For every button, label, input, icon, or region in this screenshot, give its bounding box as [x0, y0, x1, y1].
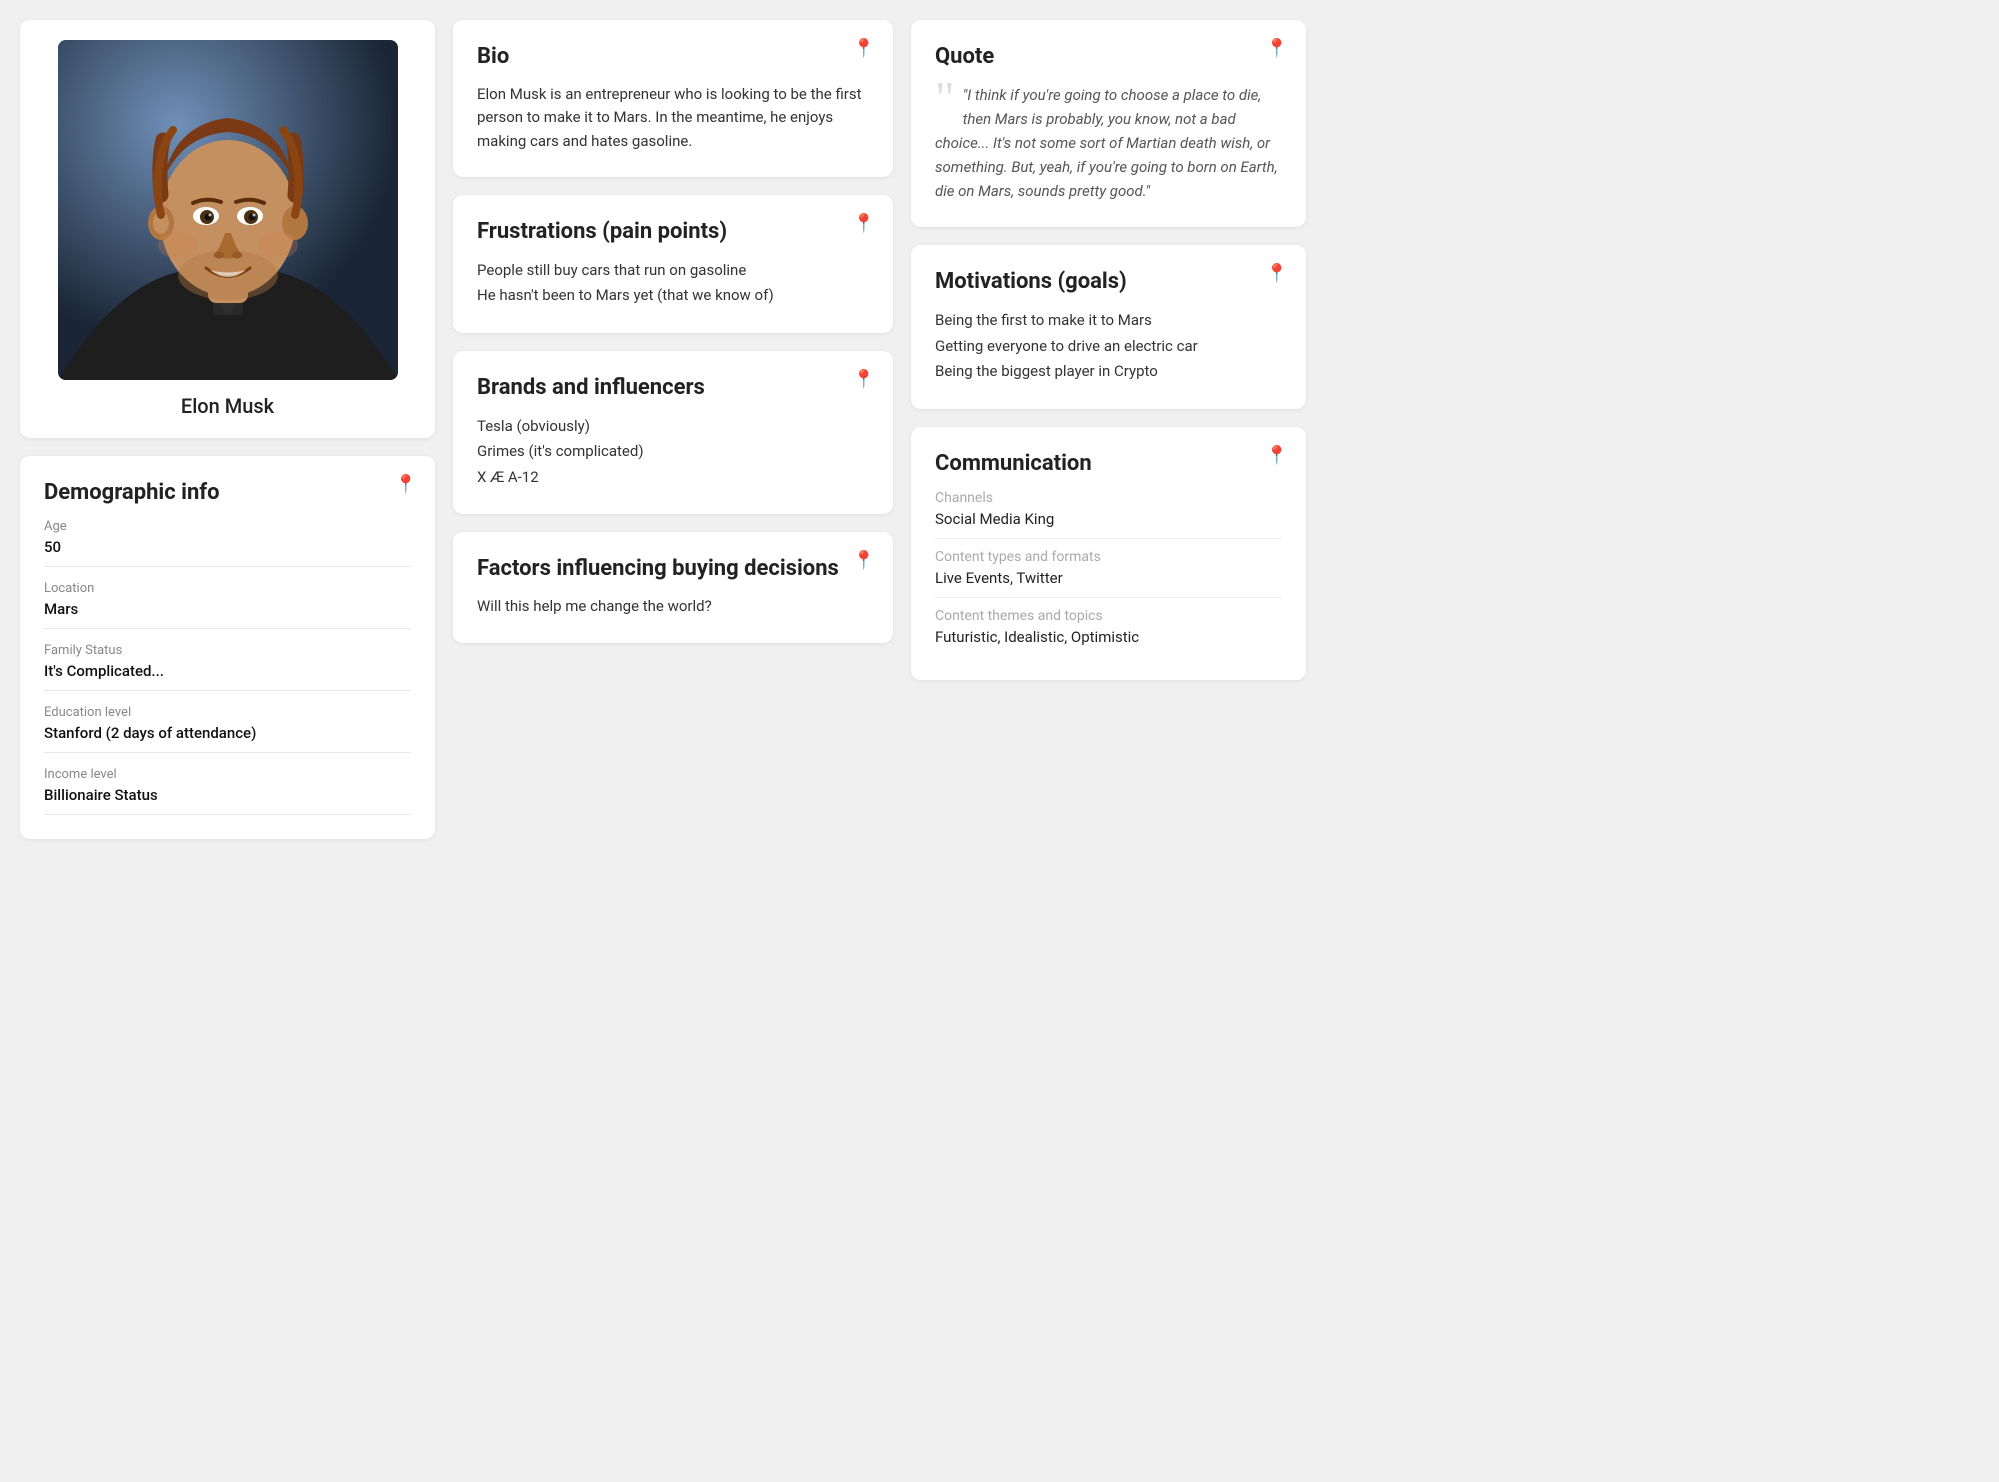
- brands-title: Brands and influencers: [477, 375, 869, 400]
- demo-field-value: It's Complicated...: [44, 662, 411, 691]
- brands-lines: Tesla (obviously)Grimes (it's complicate…: [477, 414, 869, 491]
- brand-line: X Æ A-12: [477, 465, 869, 491]
- column-1: Elon Musk 📍 Demographic info Age 50 Loca…: [20, 20, 435, 839]
- motivation-line: Being the biggest player in Crypto: [935, 359, 1282, 385]
- quote-card-main: 📍 Quote " "I think if you're going to ch…: [911, 20, 1306, 227]
- pin-icon-bio-main: 📍: [853, 38, 875, 59]
- content-types-section-main: Content types and formats Live Events, T…: [935, 549, 1282, 598]
- demo-field: Location Mars: [44, 581, 411, 629]
- profile-name-main: Elon Musk: [181, 394, 274, 418]
- column-3: 📍 Quote " "I think if you're going to ch…: [911, 20, 1306, 839]
- bio-text-main: Elon Musk is an entrepreneur who is look…: [477, 83, 869, 153]
- frustration-line: People still buy cars that run on gasoli…: [477, 258, 869, 284]
- demo-field-value: 50: [44, 538, 411, 567]
- pin-icon-comm-main: 📍: [1266, 445, 1288, 466]
- brand-line: Grimes (it's complicated): [477, 439, 869, 465]
- demo-field: Family Status It's Complicated...: [44, 643, 411, 691]
- content-themes-value-main: Futuristic, Idealistic, Optimistic: [935, 628, 1282, 656]
- buying-text: Will this help me change the world?: [477, 595, 869, 618]
- demo-field-value: Stanford (2 days of attendance): [44, 724, 411, 753]
- pin-icon-demo-main: 📍: [395, 474, 417, 495]
- content-types-label-main: Content types and formats: [935, 549, 1282, 565]
- profile-photo-wrapper: [58, 40, 398, 380]
- column-2: 📍 Bio Elon Musk is an entrepreneur who i…: [453, 20, 893, 839]
- buying-card: 📍 Factors influencing buying decisions W…: [453, 532, 893, 642]
- channels-section-main: Channels Social Media King: [935, 490, 1282, 539]
- demo-field-label: Income level: [44, 767, 411, 782]
- demographic-title-main: Demographic info: [44, 480, 411, 505]
- pin-icon-frust: 📍: [853, 213, 875, 234]
- demo-field-label: Location: [44, 581, 411, 596]
- pin-icon-quote-main: 📍: [1266, 38, 1288, 59]
- bio-card-main: 📍 Bio Elon Musk is an entrepreneur who i…: [453, 20, 893, 177]
- demographic-fields-main: Age 50 Location Mars Family Status It's …: [44, 519, 411, 815]
- brand-line: Tesla (obviously): [477, 414, 869, 440]
- brands-card: 📍 Brands and influencers Tesla (obviousl…: [453, 351, 893, 515]
- frustration-line: He hasn't been to Mars yet (that we know…: [477, 283, 869, 309]
- frustrations-card: 📍 Frustrations (pain points) People stil…: [453, 195, 893, 333]
- communication-title-main: Communication: [935, 451, 1282, 476]
- buying-title: Factors influencing buying decisions: [477, 556, 869, 581]
- motivation-line: Getting everyone to drive an electric ca…: [935, 334, 1282, 360]
- demo-field: Education level Stanford (2 days of atte…: [44, 705, 411, 753]
- profile-photo-svg-main: [58, 40, 398, 380]
- demo-field-value: Billionaire Status: [44, 786, 411, 815]
- content-themes-label-main: Content themes and topics: [935, 608, 1282, 624]
- bio-title-main: Bio: [477, 44, 869, 69]
- demo-field-label: Education level: [44, 705, 411, 720]
- quote-mark-main: ": [935, 83, 955, 123]
- demo-field: Age 50: [44, 519, 411, 567]
- motivations-card-main: 📍 Motivations (goals) Being the first to…: [911, 245, 1306, 409]
- content-themes-section-main: Content themes and topics Futuristic, Id…: [935, 608, 1282, 656]
- motivations-lines-main: Being the first to make it to MarsGettin…: [935, 308, 1282, 385]
- motivations-title-main: Motivations (goals): [935, 269, 1282, 294]
- profile-card-main: Elon Musk: [20, 20, 435, 438]
- frustrations-title: Frustrations (pain points): [477, 219, 869, 244]
- pin-icon-brands: 📍: [853, 369, 875, 390]
- demo-field: Income level Billionaire Status: [44, 767, 411, 815]
- frustrations-lines: People still buy cars that run on gasoli…: [477, 258, 869, 309]
- channels-label-main: Channels: [935, 490, 1282, 506]
- content-types-value-main: Live Events, Twitter: [935, 569, 1282, 598]
- channels-value-main: Social Media King: [935, 510, 1282, 539]
- demo-field-label: Family Status: [44, 643, 411, 658]
- quote-title-main: Quote: [935, 44, 1282, 69]
- demo-field-label: Age: [44, 519, 411, 534]
- demo-field-value: Mars: [44, 600, 411, 629]
- demographic-card-main: 📍 Demographic info Age 50 Location Mars …: [20, 456, 435, 839]
- quote-text-main: "I think if you're going to choose a pla…: [935, 83, 1282, 203]
- pin-icon-buying: 📍: [853, 550, 875, 571]
- motivation-line: Being the first to make it to Mars: [935, 308, 1282, 334]
- pin-icon-motiv-main: 📍: [1266, 263, 1288, 284]
- communication-card-main: 📍 Communication Channels Social Media Ki…: [911, 427, 1306, 680]
